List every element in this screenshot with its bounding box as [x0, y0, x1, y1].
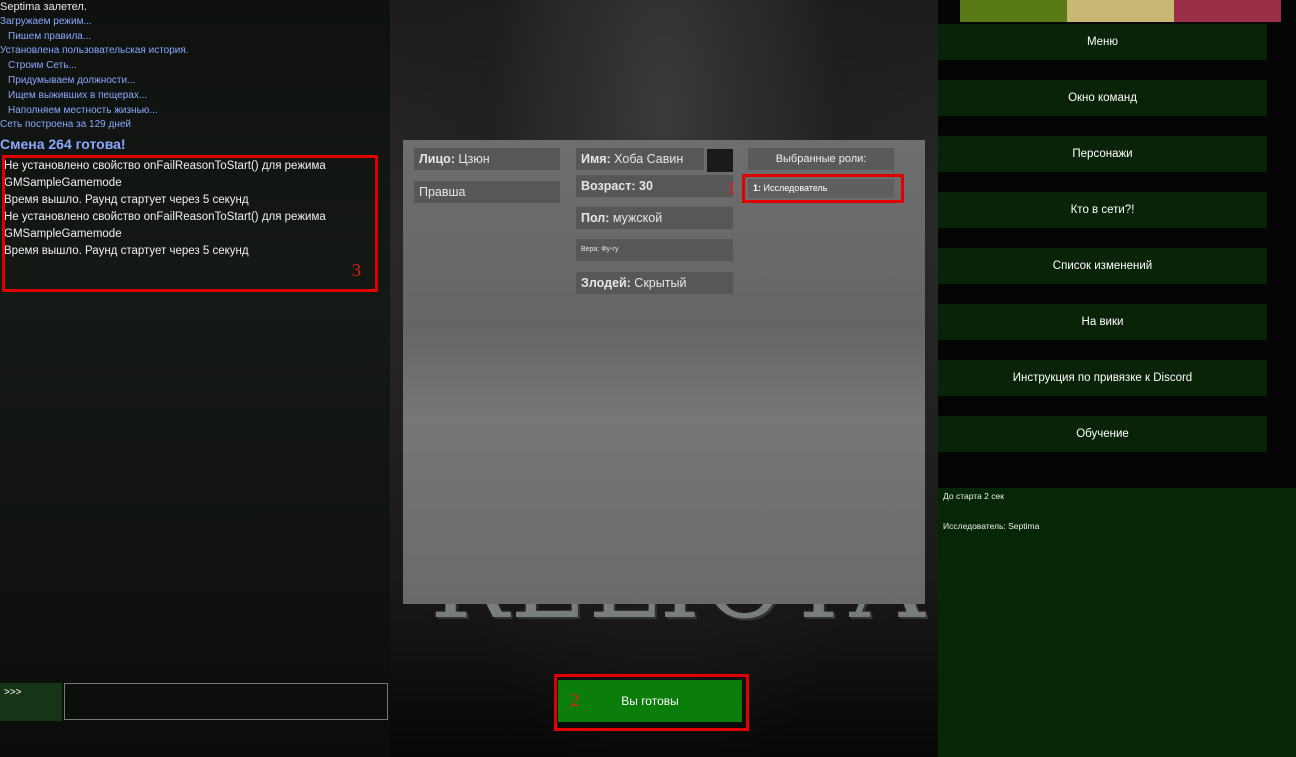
highlight-box-3 [2, 155, 378, 292]
menu-button[interactable]: Кто в сети?! [938, 192, 1267, 228]
marker-2: 2 [570, 690, 579, 710]
villain-field[interactable]: Злодей: Скрытый [576, 272, 733, 294]
chat-log-line: Сеть построена за 129 дней [0, 119, 132, 131]
chat-log-line: Ищем выживших в пещерах... [8, 89, 148, 101]
menu-button[interactable]: Окно команд [938, 80, 1267, 116]
marker-1: 1 [727, 178, 736, 198]
gender-value: мужской [612, 211, 663, 225]
name-field[interactable]: Имя: Хоба Савин [576, 148, 704, 170]
hand-value: Правша [419, 185, 466, 199]
hand-field[interactable]: Правша [414, 181, 560, 203]
chat-prompt: >>> [0, 683, 62, 721]
menu-button[interactable]: Меню [938, 24, 1267, 60]
menu-button[interactable]: Обучение [938, 416, 1267, 452]
faith-value: Вера: Фу-гу [581, 246, 619, 253]
age-label: Возраст: [581, 179, 636, 193]
chat-panel: Septima залетел. Загружаем режим... Пишем … [0, 0, 390, 757]
role-assignment: Исследователь: Septima [943, 521, 1040, 531]
marker-3: 3 [352, 260, 361, 280]
chat-log-line: Придумываем должности... [8, 74, 136, 86]
roles-header: Выбранные роли: [748, 148, 894, 170]
face-field[interactable]: Лицо: Цзюн [414, 148, 560, 170]
ready-button[interactable]: Вы готовы [558, 680, 742, 722]
menu-button[interactable]: Персонажи [938, 136, 1267, 172]
gender-field[interactable]: Пол: мужской [576, 207, 733, 229]
highlight-box-1 [742, 174, 904, 203]
status-panel: До старта 2 сек Исследователь: Septima [938, 488, 1296, 757]
menu-button[interactable]: Список изменений [938, 248, 1267, 284]
chat-log-line: Смена 264 готова! [0, 136, 126, 153]
age-value: 30 [639, 179, 653, 193]
menu-button[interactable]: Инструкция по привязке к Discord [938, 360, 1267, 396]
villain-value: Скрытый [634, 276, 687, 290]
chat-log-line: Загружаем режим... [0, 15, 92, 27]
theme-swatch-2[interactable] [1067, 0, 1174, 22]
menu-button[interactable]: На вики [938, 304, 1267, 340]
color-swatch[interactable] [707, 149, 733, 172]
theme-swatch-3[interactable] [1174, 0, 1281, 22]
theme-swatches [960, 0, 1281, 22]
face-value: Цзюн [458, 152, 490, 166]
chat-log-line: Наполняем местность жизнью... [8, 104, 158, 116]
chat-log-line: Установлена пользовательская история. [0, 45, 189, 57]
chat-input[interactable] [64, 683, 388, 720]
face-label: Лицо: [419, 152, 455, 166]
name-value: Хоба Савин [614, 152, 684, 166]
start-countdown: До старта 2 сек [943, 491, 1004, 501]
chat-log: Septima залетел. Загружаем режим... Пишем … [0, 0, 390, 155]
gender-label: Пол: [581, 211, 610, 225]
villain-label: Злодей: [581, 276, 631, 290]
chat-log-line: Septima залетел. [0, 1, 87, 13]
faith-field[interactable]: Вера: Фу-гу [576, 239, 733, 261]
chat-log-line: Строим Сеть... [8, 60, 77, 72]
age-field[interactable]: Возраст: 30 [576, 175, 733, 197]
name-label: Имя: [581, 152, 611, 166]
theme-swatch-1[interactable] [960, 0, 1067, 22]
chat-log-line: Пишем правила... [8, 30, 92, 42]
